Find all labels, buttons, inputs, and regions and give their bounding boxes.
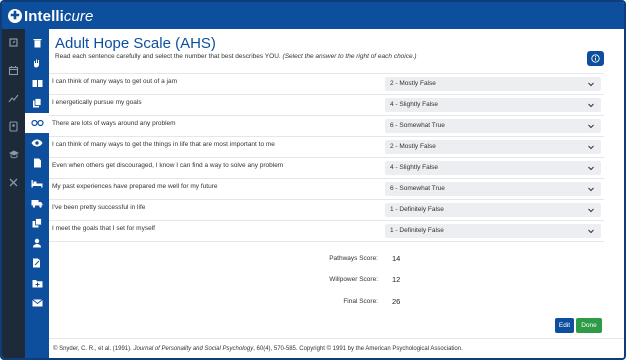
score-value: 26	[392, 297, 401, 306]
answer-value: 1 - Definitely False	[390, 227, 444, 234]
question-text: I can think of many ways to get out of a…	[52, 78, 178, 85]
question-row: I can think of many ways to get out of a…	[49, 73, 604, 94]
answer-select[interactable]: 6 - Somewhat True	[385, 119, 601, 133]
question-row: I meet the goals that I set for myself 1…	[49, 220, 604, 241]
answer-select[interactable]: 1 - Definitely False	[385, 203, 601, 217]
question-text: There are lots of ways around any proble…	[52, 120, 176, 127]
score-value: 14	[392, 254, 401, 263]
citation-details: , 60(4), 570-585. Copyright © 1991 by th…	[253, 346, 463, 352]
chevron-down-icon	[588, 187, 594, 192]
score-label: Final Score:	[343, 298, 378, 305]
chevron-down-icon	[588, 82, 594, 87]
edit-button[interactable]: Edit	[555, 318, 574, 333]
info-icon	[591, 54, 600, 63]
answer-value: 1 - Definitely False	[390, 206, 444, 213]
copy-icon[interactable]	[29, 215, 45, 231]
citation-journal: Journal of Personality and Social Psycho…	[133, 346, 254, 352]
secondary-nav-rail	[25, 29, 49, 358]
trash-icon[interactable]	[29, 35, 45, 51]
instructions-main: Read each sentence carefully and select …	[55, 53, 281, 60]
primary-nav-rail	[2, 29, 25, 358]
question-text: My past experiences have prepared me wel…	[52, 183, 218, 190]
chevron-down-icon	[588, 229, 594, 234]
answer-select[interactable]: 2 - Mostly False	[385, 140, 601, 154]
brand-prefix: Intelli	[24, 7, 64, 25]
answer-select[interactable]: 6 - Somewhat True	[385, 182, 601, 196]
assessment-panel: Adult Hope Scale (AHS) Read each sentenc…	[49, 29, 624, 358]
answer-value: 4 - Slightly False	[390, 164, 439, 171]
chevron-down-icon	[588, 124, 594, 129]
score-label: Pathways Score:	[329, 255, 378, 262]
answer-value: 4 - Slightly False	[390, 101, 439, 108]
question-row: I energetically pursue my goals 4 - Slig…	[49, 94, 604, 115]
answer-value: 2 - Mostly False	[390, 143, 436, 150]
folder-plus-icon[interactable]	[29, 275, 45, 291]
bed-icon[interactable]	[29, 175, 45, 191]
contact-card-icon[interactable]	[6, 119, 21, 134]
score-row-willpower: Willpower Score: 12	[49, 274, 604, 288]
answer-select[interactable]: 2 - Mostly False	[385, 77, 601, 91]
answer-select[interactable]: 1 - Definitely False	[385, 224, 601, 238]
chevron-down-icon	[588, 208, 594, 213]
list-divider	[49, 241, 604, 242]
footer-divider	[49, 338, 624, 339]
chevron-down-icon	[588, 166, 594, 171]
edit-document-icon[interactable]	[29, 255, 45, 271]
app-window: ✚ Intelli cure Adult Hope Scale (AHS) Re…	[0, 0, 626, 360]
citation-authors: © Snyder, C. R., et al. (1991).	[53, 346, 132, 352]
instructions-hint: (Select the answer to the right of each …	[282, 53, 417, 60]
truck-icon[interactable]	[29, 195, 45, 211]
eye-icon[interactable]	[29, 135, 45, 151]
page-title: Adult Hope Scale (AHS)	[55, 35, 216, 52]
answer-value: 2 - Mostly False	[390, 80, 436, 87]
question-text: I can think of many ways to get the thin…	[52, 141, 275, 148]
book-icon[interactable]	[29, 75, 45, 91]
brand-suffix: cure	[63, 7, 94, 25]
instructions-text: Read each sentence carefully and select …	[55, 53, 417, 60]
dashboard-icon[interactable]	[6, 35, 21, 50]
score-row-final: Final Score: 26	[49, 296, 604, 310]
top-bar: ✚ Intelli cure	[2, 2, 624, 29]
app-logo[interactable]: ✚ Intelli cure	[8, 6, 93, 26]
question-row: I've been pretty successful in life 1 - …	[49, 199, 604, 220]
info-button[interactable]	[587, 51, 604, 66]
logo-icon: ✚	[8, 9, 22, 23]
mail-icon[interactable]	[29, 295, 45, 311]
clipboard-icon[interactable]	[29, 95, 45, 111]
answer-value: 6 - Somewhat True	[390, 185, 445, 192]
question-row: I can think of many ways to get the thin…	[49, 136, 604, 157]
question-row: My past experiences have prepared me wel…	[49, 178, 604, 199]
answer-select[interactable]: 4 - Slightly False	[385, 161, 601, 175]
done-button[interactable]: Done	[576, 318, 602, 333]
analytics-icon[interactable]	[6, 91, 21, 106]
question-row: Even when others get discouraged, I know…	[49, 157, 604, 178]
citation-footer: © Snyder, C. R., et al. (1991). Journal …	[53, 346, 463, 352]
score-row-pathways: Pathways Score: 14	[49, 253, 604, 267]
answer-select[interactable]: 4 - Slightly False	[385, 98, 601, 112]
score-label: Willpower Score:	[329, 276, 378, 283]
document-icon[interactable]	[29, 155, 45, 171]
question-text: I meet the goals that I set for myself	[52, 225, 155, 232]
question-text: I energetically pursue my goals	[52, 99, 142, 106]
tools-icon[interactable]	[6, 175, 21, 190]
glasses-icon[interactable]	[25, 113, 49, 133]
graduation-cap-icon[interactable]	[6, 147, 21, 162]
hand-icon[interactable]	[29, 55, 45, 71]
chevron-down-icon	[588, 103, 594, 108]
answer-value: 6 - Somewhat True	[390, 122, 445, 129]
question-text: I've been pretty successful in life	[52, 204, 146, 211]
person-icon[interactable]	[29, 235, 45, 251]
question-text: Even when others get discouraged, I know…	[52, 162, 284, 169]
calendar-icon[interactable]	[6, 63, 21, 78]
question-row: There are lots of ways around any proble…	[49, 115, 604, 136]
score-value: 12	[392, 275, 401, 284]
chevron-down-icon	[588, 145, 594, 150]
